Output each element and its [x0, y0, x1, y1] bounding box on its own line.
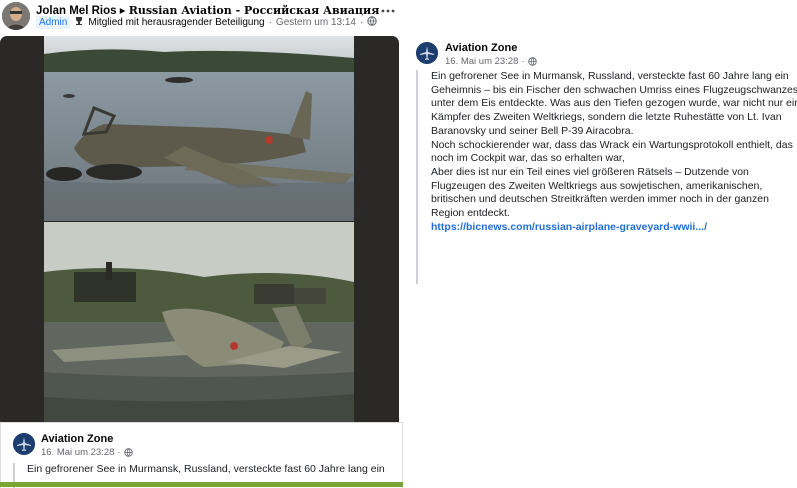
- globe-icon: [367, 16, 378, 29]
- globe-icon: [123, 448, 133, 457]
- original-post-time-row: 16. Mai um 23:28 ·: [445, 56, 537, 67]
- separator: ·: [521, 56, 525, 67]
- shared-post-preview[interactable]: Aviation Zone 16. Mai um 23:28 · Ein gef…: [0, 422, 403, 488]
- shared-post-text-line: Ein gefrorener See in Murmansk, Russland…: [27, 463, 385, 475]
- article-link[interactable]: https://bicnews.com/russian-airplane-gra…: [431, 221, 707, 233]
- more-options-button[interactable]: [380, 4, 396, 18]
- post-paragraph: Noch schockierender war, dass das Wrack …: [431, 138, 793, 165]
- separator: ·: [359, 17, 364, 28]
- airplane-logo-icon: [416, 42, 438, 64]
- author-avatar[interactable]: [2, 2, 30, 30]
- separator: ·: [268, 17, 272, 28]
- author-photo-icon: [2, 2, 30, 30]
- shared-post-card[interactable]: [0, 36, 399, 486]
- aviation-zone-logo[interactable]: [13, 433, 35, 455]
- member-badge: Mitglied mit herausragender Beteiligung: [88, 17, 265, 28]
- post-paragraph: Aber dies ist nur ein Teil eines viel gr…: [431, 165, 769, 220]
- plane-wreck-photo-1[interactable]: [44, 36, 354, 221]
- shared-page-row: [13, 433, 35, 455]
- airplane-logo-icon: [13, 433, 35, 455]
- shared-post-time-row: 16. Mai um 23:28 ·: [41, 447, 133, 458]
- separator: ·: [117, 447, 121, 458]
- right-page-logo-wrap: [416, 42, 438, 64]
- shared-post-time[interactable]: 16. Mai um 23:28: [41, 447, 114, 458]
- admin-badge: Admin: [36, 16, 71, 29]
- trophy-icon: [74, 16, 84, 29]
- aviation-zone-logo[interactable]: [416, 42, 438, 64]
- globe-icon: [527, 57, 537, 66]
- bottom-divider: [0, 482, 403, 487]
- post-paragraph: Ein gefrorener See in Murmansk, Russland…: [431, 70, 797, 137]
- post-author-line: Jolan Mel Rios ▸ Russian Aviation - Росс…: [36, 3, 379, 17]
- original-post: Aviation Zone 16. Mai um 23:28 · Ein gef…: [416, 40, 797, 287]
- shared-page-name[interactable]: Aviation Zone: [41, 433, 113, 445]
- more-icon: [381, 9, 395, 13]
- original-post-body: Ein gefrorener See in Murmansk, Russland…: [416, 70, 797, 284]
- original-page-name[interactable]: Aviation Zone: [445, 42, 517, 54]
- original-post-time[interactable]: 16. Mai um 23:28: [445, 56, 518, 67]
- plane-wreck-photo-2[interactable]: [44, 222, 354, 422]
- post-timestamp[interactable]: Gestern um 13:14: [276, 17, 356, 28]
- post-meta: Admin Mitglied mit herausragender Beteil…: [36, 16, 378, 29]
